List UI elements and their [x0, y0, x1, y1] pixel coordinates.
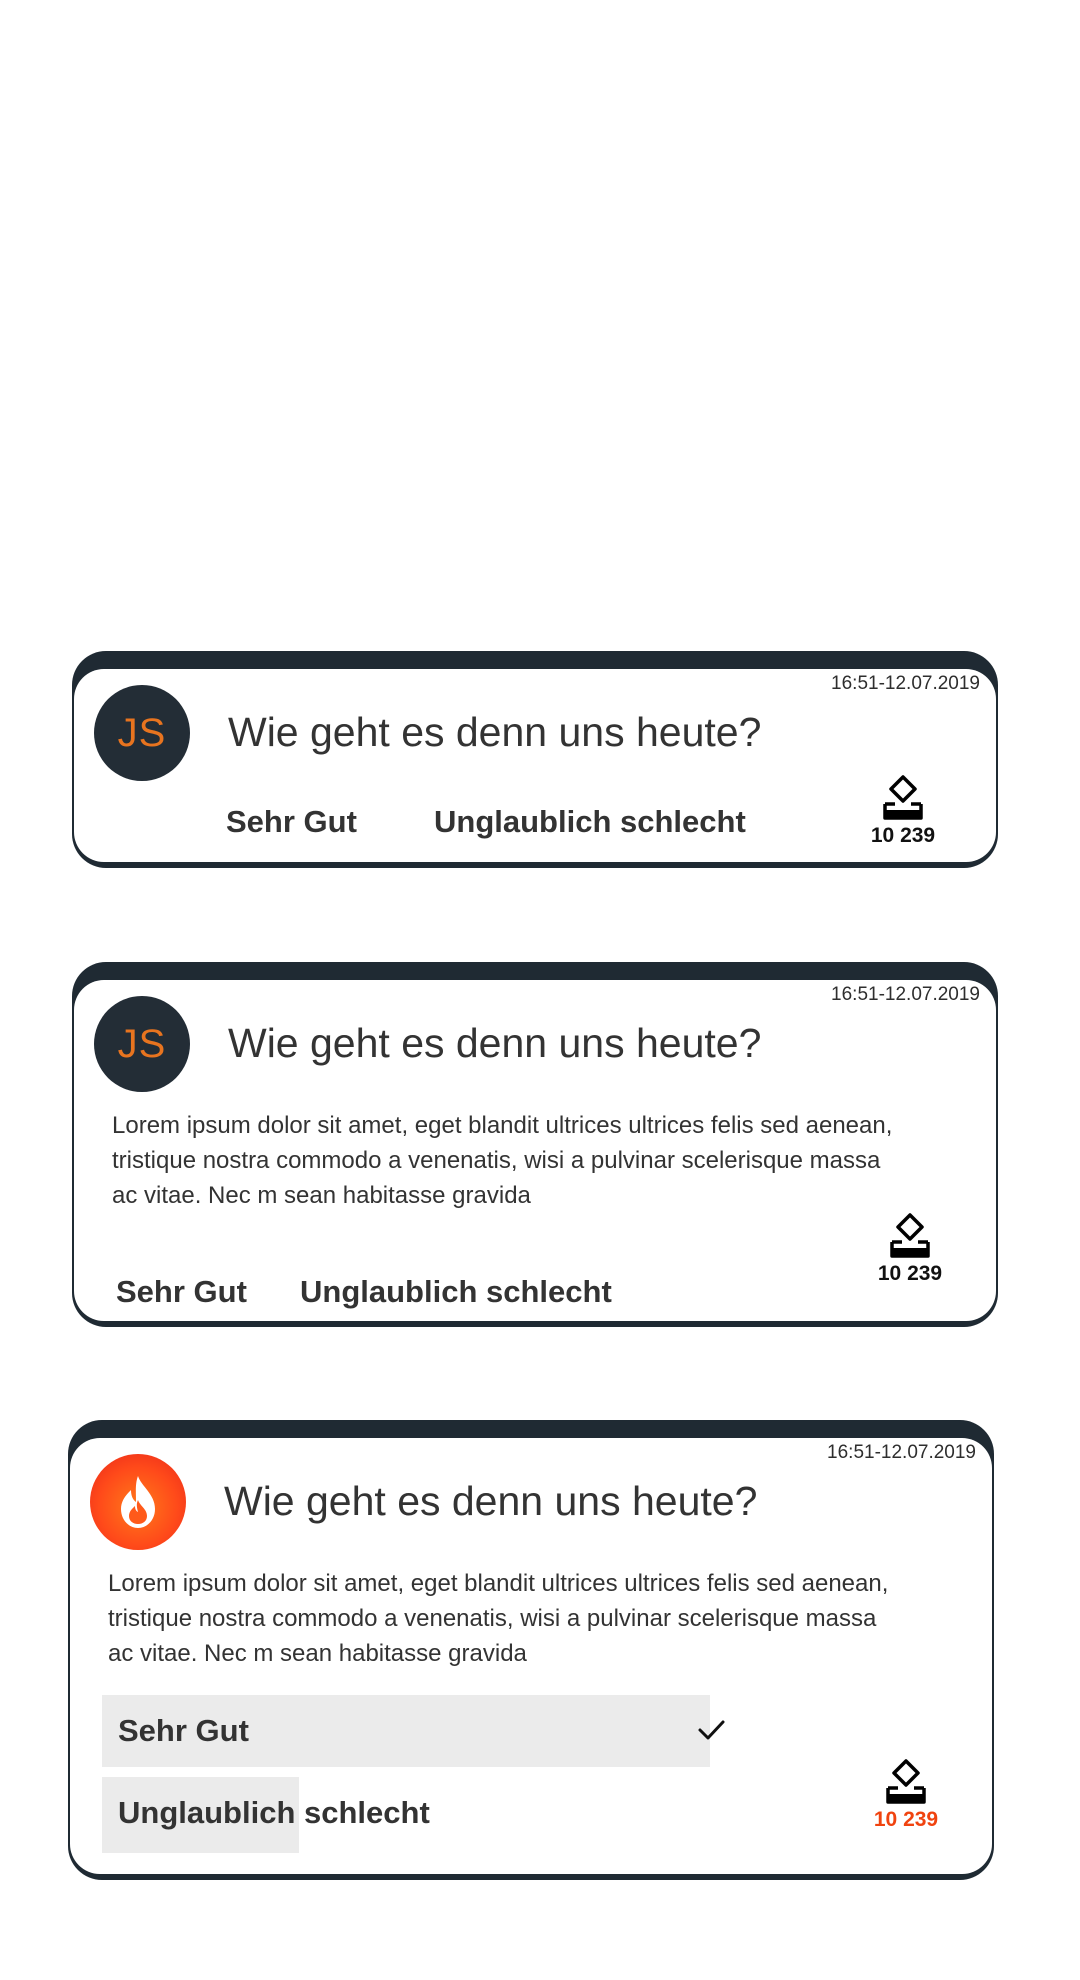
page: 16:51-12.07.2019 JS Wie geht es denn uns…: [0, 0, 1080, 1980]
poll-timestamp: 16:51-12.07.2019: [827, 1442, 976, 1463]
avatar[interactable]: JS: [94, 996, 190, 1092]
ballot-box-icon: [886, 1759, 926, 1804]
poll-question: Wie geht es denn uns heute?: [228, 709, 762, 755]
flame-icon: [121, 1476, 155, 1528]
poll-timestamp: 16:51-12.07.2019: [831, 673, 980, 694]
option-unglaublich-schlecht[interactable]: Unglaublich schlecht: [434, 804, 746, 840]
result-label-unglaublich-schlecht: Unglaublich schlecht: [118, 1795, 430, 1830]
ballot-box-icon: [890, 1213, 930, 1258]
poll-card-body: 16:51-12.07.2019 Wie geht es denn uns he…: [70, 1438, 992, 1874]
vote-count: 10 239: [877, 1262, 943, 1285]
avatar-initials: JS: [117, 710, 167, 755]
poll-card-3: 16:51-12.07.2019 Wie geht es denn uns he…: [68, 1420, 994, 1880]
poll-card-1: 16:51-12.07.2019 JS Wie geht es denn uns…: [72, 651, 998, 868]
poll-question: Wie geht es denn uns heute?: [228, 1020, 762, 1066]
option-sehr-gut[interactable]: Sehr Gut: [116, 1274, 247, 1310]
poll-card-2: 16:51-12.07.2019 JS Wie geht es denn uns…: [72, 962, 998, 1327]
avatar-initials: JS: [117, 1021, 167, 1066]
avatar[interactable]: JS: [94, 685, 190, 781]
poll-card-body: 16:51-12.07.2019 JS Wie geht es denn uns…: [74, 669, 996, 862]
vote-counter[interactable]: 10 239: [861, 1758, 951, 1832]
vote-counter[interactable]: 10 239: [865, 1212, 955, 1286]
poll-description: Lorem ipsum dolor sit amet, eget blandit…: [108, 1570, 889, 1667]
vote-count: 10 239: [870, 824, 936, 847]
vote-counter[interactable]: 10 239: [858, 774, 948, 848]
ballot-box-icon: [883, 775, 923, 820]
option-unglaublich-schlecht[interactable]: Unglaublich schlecht: [300, 1274, 612, 1310]
poll-description: Lorem ipsum dolor sit amet, eget blandit…: [112, 1112, 893, 1209]
avatar[interactable]: [90, 1454, 186, 1550]
option-sehr-gut[interactable]: Sehr Gut: [226, 804, 357, 840]
vote-count: 10 239: [873, 1808, 939, 1831]
poll-question: Wie geht es denn uns heute?: [224, 1478, 758, 1524]
result-label-sehr-gut: Sehr Gut: [118, 1713, 249, 1748]
poll-timestamp: 16:51-12.07.2019: [831, 984, 980, 1005]
checkmark-icon: [698, 1720, 725, 1740]
poll-card-body: 16:51-12.07.2019 JS Wie geht es denn uns…: [74, 980, 996, 1321]
